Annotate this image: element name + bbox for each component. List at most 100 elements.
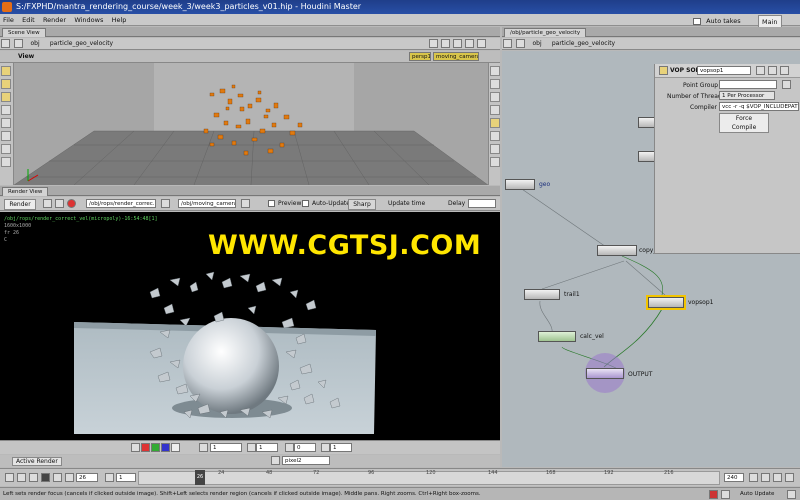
- goto-end-icon[interactable]: [65, 473, 74, 482]
- exposure-icon[interactable]: [199, 443, 208, 452]
- select-tool-icon[interactable]: [1, 66, 11, 76]
- scene-viewport[interactable]: [14, 63, 488, 185]
- path-dropdown-icon[interactable]: [429, 39, 438, 48]
- whitepoint-field[interactable]: 1: [330, 443, 352, 452]
- channel-icon[interactable]: [761, 473, 770, 482]
- node-output[interactable]: [586, 368, 624, 379]
- stop-icon[interactable]: [41, 473, 50, 482]
- auto-update-mode[interactable]: Auto Update: [740, 491, 774, 497]
- forward-arrow-icon[interactable]: [14, 38, 24, 48]
- red-channel-icon[interactable]: [141, 443, 150, 452]
- delay-field[interactable]: [468, 199, 496, 208]
- pose-tool-icon[interactable]: [1, 131, 11, 141]
- display-all-channels-icon[interactable]: [131, 443, 140, 452]
- gamma-field[interactable]: 1: [256, 443, 278, 452]
- rop-dropdown-icon[interactable]: [161, 199, 170, 208]
- back-arrow-icon[interactable]: [1, 38, 10, 48]
- network-back-icon[interactable]: [503, 38, 512, 48]
- grid-icon[interactable]: [490, 157, 500, 167]
- node-copy[interactable]: [597, 245, 637, 256]
- auto-takes-checkbox[interactable]: [693, 17, 701, 25]
- force-compile-button[interactable]: Force Compile: [719, 113, 769, 133]
- node-vopsop[interactable]: [646, 295, 686, 310]
- start-frame-field[interactable]: 1: [116, 473, 136, 482]
- current-frame-marker[interactable]: 26: [195, 470, 205, 485]
- audio-icon[interactable]: [773, 473, 782, 482]
- sharp-button[interactable]: Sharp: [348, 199, 376, 210]
- breadcrumb-obj[interactable]: obj: [26, 39, 43, 49]
- step-back-icon[interactable]: [17, 473, 26, 482]
- snap-tool-icon[interactable]: [1, 157, 11, 167]
- pixel-field[interactable]: pixel2: [282, 456, 330, 465]
- update-mode-icon[interactable]: [721, 490, 730, 499]
- rerender-icon[interactable]: [43, 199, 52, 208]
- auto-takes-toggle[interactable]: Auto takes: [690, 15, 747, 27]
- menu-help[interactable]: Help: [109, 14, 130, 26]
- node-trail[interactable]: [524, 289, 560, 300]
- visibility-icon[interactable]: [490, 144, 500, 154]
- link-icon[interactable]: [453, 39, 462, 48]
- blackpoint-icon[interactable]: [285, 443, 294, 452]
- rop-path-field[interactable]: /obj/rops/render_correc...: [86, 199, 156, 208]
- network-breadcrumb-obj[interactable]: obj: [528, 39, 545, 49]
- realtime-icon[interactable]: [785, 473, 794, 482]
- view-tool-icon[interactable]: [1, 144, 11, 154]
- gear-icon[interactable]: [780, 66, 789, 75]
- point-group-field[interactable]: [719, 80, 777, 89]
- menu-file[interactable]: File: [0, 14, 17, 26]
- tab-network-view[interactable]: /obj/particle_geo_velocity: [504, 28, 587, 37]
- play-icon[interactable]: [53, 473, 62, 482]
- camera-moving-dropdown[interactable]: moving_camera: [433, 52, 479, 61]
- node-name-field[interactable]: vopsop1: [697, 66, 751, 75]
- preview-checkbox[interactable]: [268, 200, 275, 207]
- scale-tool-icon[interactable]: [1, 105, 11, 115]
- frame-field[interactable]: 26: [76, 473, 98, 482]
- key-icon[interactable]: [749, 473, 758, 482]
- network-forward-icon[interactable]: [516, 38, 526, 48]
- pause-icon[interactable]: [55, 199, 64, 208]
- alpha-channel-icon[interactable]: [171, 443, 180, 452]
- wireframe-icon[interactable]: [490, 105, 500, 115]
- green-channel-icon[interactable]: [151, 443, 160, 452]
- network-breadcrumb-node[interactable]: particle_geo_velocity: [548, 39, 619, 49]
- play-reverse-icon[interactable]: [29, 473, 38, 482]
- tab-scene-view[interactable]: Scene View: [2, 28, 46, 37]
- exposure-field[interactable]: 1: [210, 443, 242, 452]
- gamma-icon[interactable]: [247, 443, 256, 452]
- shaded-icon[interactable]: [490, 118, 500, 128]
- threads-dropdown[interactable]: 1 Per Processor: [719, 91, 775, 100]
- point-group-dropdown-icon[interactable]: [782, 80, 791, 89]
- node-calc-vel[interactable]: [538, 331, 576, 342]
- render-button[interactable]: Render: [4, 199, 36, 210]
- tab-render-view[interactable]: Render View: [2, 187, 49, 196]
- whitepoint-icon[interactable]: [321, 443, 330, 452]
- light-icon[interactable]: [490, 79, 500, 89]
- pixel-probe-icon[interactable]: [271, 456, 280, 465]
- pin-icon[interactable]: [441, 39, 450, 48]
- blue-channel-icon[interactable]: [161, 443, 170, 452]
- move-tool-icon[interactable]: [1, 79, 11, 89]
- render-image-area[interactable]: /obj/rops/render_correct_vel(micropoly)-…: [0, 212, 500, 440]
- snapshot-icon[interactable]: [465, 39, 474, 48]
- start-frame-icon[interactable]: [105, 473, 114, 482]
- menu-render[interactable]: Render: [40, 14, 69, 26]
- compiler-field[interactable]: vcc -r -q $VOP_INCLUDEPATH: [719, 102, 799, 111]
- active-render-dropdown[interactable]: Active Render: [12, 457, 62, 466]
- menu-windows[interactable]: Windows: [71, 14, 106, 26]
- blackpoint-field[interactable]: 0: [294, 443, 316, 452]
- node-geo[interactable]: [505, 179, 535, 190]
- pane-menu-icon[interactable]: [477, 39, 486, 48]
- rotate-tool-icon[interactable]: [1, 92, 11, 102]
- handle-tool-icon[interactable]: [1, 118, 11, 128]
- goto-start-icon[interactable]: [5, 473, 14, 482]
- breadcrumb-node[interactable]: particle_geo_velocity: [46, 39, 117, 49]
- menu-edit[interactable]: Edit: [19, 14, 38, 26]
- camera-path-field[interactable]: /obj/moving_camera: [178, 199, 236, 208]
- display-options-icon[interactable]: [490, 131, 500, 141]
- stop-render-icon[interactable]: [67, 199, 76, 208]
- home-view-icon[interactable]: [490, 66, 500, 76]
- camera-icon[interactable]: [490, 92, 500, 102]
- error-icon[interactable]: [709, 490, 718, 499]
- node-settings-icon[interactable]: [756, 66, 765, 75]
- end-frame-field[interactable]: 240: [724, 473, 744, 482]
